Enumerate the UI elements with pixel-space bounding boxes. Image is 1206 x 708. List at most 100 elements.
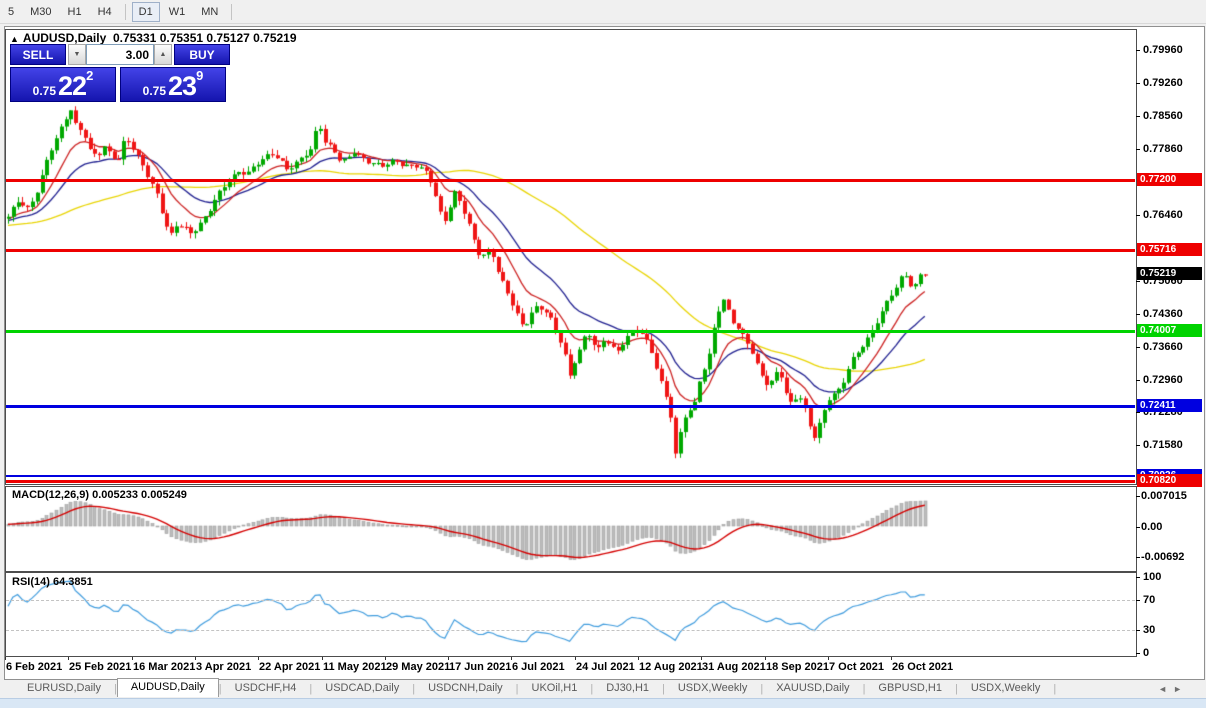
date-axis-label: 16 Mar 2021 — [133, 661, 196, 673]
date-axis-label: 31 Aug 2021 — [702, 661, 766, 673]
price-axis-label: 0.79960 — [1143, 44, 1183, 56]
chart-tab-usdchf-h4[interactable]: USDCHF,H4 — [222, 680, 310, 697]
date-axis-label: 3 Apr 2021 — [196, 661, 252, 673]
collapse-triangle-icon[interactable]: ▲ — [10, 34, 19, 44]
tab-nav-left-icon[interactable]: ◄ — [1158, 684, 1173, 694]
horizontal-line-0.70820[interactable] — [6, 480, 1135, 483]
ask-price-display[interactable]: 0.75 23 9 — [120, 67, 226, 102]
price-axis-label: 0.74360 — [1143, 308, 1183, 320]
one-click-trading-widget: SELL ▼ 3.00 ▲ BUY 0.75 22 2 0.75 23 9 — [10, 44, 230, 102]
date-tick — [385, 657, 386, 660]
ask-price-pip: 9 — [196, 68, 204, 83]
horizontal-line-0.70926[interactable] — [6, 475, 1135, 477]
price-badge-0.70820: 0.70820 — [1137, 474, 1202, 487]
axis-tick — [1136, 600, 1140, 601]
bid-price-display[interactable]: 0.75 22 2 — [10, 67, 116, 102]
volume-decrease-button[interactable]: ▼ — [68, 44, 86, 65]
macd-value-2: 0.005249 — [141, 489, 187, 501]
timeframe-button-w1[interactable]: W1 — [162, 2, 193, 22]
chart-window — [4, 26, 1205, 680]
timeframe-button-d1[interactable]: D1 — [131, 1, 160, 22]
sell-button[interactable]: SELL — [10, 44, 66, 65]
timeframe-button-h1[interactable]: H1 — [61, 2, 89, 22]
ask-price-small: 0.75 — [142, 84, 167, 98]
axis-tick — [1136, 314, 1140, 315]
price-axis-label: 0.78560 — [1143, 110, 1183, 122]
chart-tab-usdx-weekly[interactable]: USDX,Weekly — [665, 680, 760, 697]
macd-axis-label: 0.007015 — [1141, 490, 1187, 502]
chart-tab-xauusd-daily[interactable]: XAUUSD,Daily — [763, 680, 862, 697]
horizontal-line-0.77200[interactable] — [6, 179, 1135, 182]
chart-tab-ukoil-h1[interactable]: UKOil,H1 — [519, 680, 591, 697]
chart-tab-usdx-weekly[interactable]: USDX,Weekly — [958, 680, 1053, 697]
date-axis-label: 6 Feb 2021 — [6, 661, 63, 673]
date-axis-label: 7 Oct 2021 — [829, 661, 885, 673]
axis-tick — [1136, 577, 1140, 578]
axis-tick — [1136, 347, 1140, 348]
rsi-indicator-label: RSI(14) 64.3851 — [12, 576, 93, 588]
timeframe-button-h4[interactable]: H4 — [91, 2, 119, 22]
chart-symbol-label: AUDUSD,Daily — [22, 31, 107, 45]
buy-button[interactable]: BUY — [174, 44, 230, 65]
rsi-level-70 — [6, 600, 1135, 601]
horizontal-line-0.74007[interactable] — [6, 330, 1135, 333]
date-tick — [765, 657, 766, 660]
date-axis: 6 Feb 2021 25 Feb 2021 16 Mar 2021 3 Apr 20… — [5, 657, 1198, 676]
date-axis-label: 26 Oct 2021 — [892, 661, 954, 673]
volume-increase-button[interactable]: ▲ — [154, 44, 172, 65]
toolbar-separator — [124, 3, 126, 20]
date-tick — [448, 657, 449, 660]
ask-price-big: 23 — [168, 71, 197, 101]
chart-tab-audusd-daily[interactable]: AUDUSD,Daily — [116, 678, 219, 697]
date-tick — [322, 657, 323, 660]
price-badge-0.77200: 0.77200 — [1137, 173, 1202, 186]
date-tick — [511, 657, 512, 660]
rsi-level-30 — [6, 630, 1135, 631]
horizontal-line-0.75716[interactable] — [6, 249, 1135, 252]
date-tick — [258, 657, 259, 660]
chart-tab-usdcnh-daily[interactable]: USDCNH,Daily — [415, 680, 516, 697]
chart-tab-usdcad-daily[interactable]: USDCAD,Daily — [312, 680, 412, 697]
bid-price-big: 22 — [58, 71, 87, 101]
chart-tab-dj30-h1[interactable]: DJ30,H1 — [593, 680, 662, 697]
price-axis-label: 0.79260 — [1143, 77, 1183, 89]
axis-tick — [1136, 215, 1140, 216]
rsi-canvas[interactable] — [6, 573, 1136, 654]
axis-tick — [1136, 496, 1140, 497]
date-tick — [68, 657, 69, 660]
volume-input[interactable]: 3.00 — [86, 44, 154, 65]
axis-tick — [1136, 630, 1140, 631]
rsi-panel[interactable] — [5, 572, 1137, 657]
price-axis-label: 0.76460 — [1143, 209, 1183, 221]
tab-scroll-arrows[interactable]: ◄► — [1158, 684, 1188, 694]
price-axis-label: 0.72960 — [1143, 374, 1183, 386]
axis-tick — [1136, 149, 1140, 150]
axis-tick — [1136, 281, 1140, 282]
axis-tick — [1136, 116, 1140, 117]
chart-tab-bar: EURUSD,Daily | AUDUSD,Daily | USDCHF,H4 | USDC… — [0, 678, 1206, 697]
chart-tab-eurusd-daily[interactable]: EURUSD,Daily — [14, 680, 114, 697]
ohlc-low: 0.75127 — [206, 31, 250, 45]
timeframe-button-mn[interactable]: MN — [194, 2, 225, 22]
timeframe-toolbar: 5 M30 H1 H4 D1 W1 MN — [0, 0, 1206, 24]
ohlc-high: 0.75351 — [159, 31, 204, 45]
axis-tick — [1136, 412, 1140, 413]
ohlc-open: 0.75331 — [112, 31, 157, 45]
horizontal-line-0.72411[interactable] — [6, 405, 1135, 408]
date-axis-label: 12 Aug 2021 — [639, 661, 703, 673]
macd-axis-label: 0.00 — [1141, 521, 1163, 533]
price-axis-label: 0.77860 — [1143, 143, 1183, 155]
date-tick — [195, 657, 196, 660]
axis-tick — [1136, 50, 1140, 51]
date-tick — [828, 657, 829, 660]
rsi-axis-label: 30 — [1143, 624, 1156, 636]
terminal-screen: 5 M30 H1 H4 D1 W1 MN ▲ AUDUSD,Daily 0.75331 0.7… — [0, 0, 1206, 708]
chart-tab-gbpusd-h1[interactable]: GBPUSD,H1 — [865, 680, 955, 697]
macd-indicator-label: MACD(12,26,9) 0.005233 0.005249 — [12, 489, 187, 501]
timeframe-button-m30[interactable]: M30 — [23, 2, 58, 22]
date-axis-label: 17 Jun 2021 — [449, 661, 512, 673]
timeframe-button-5[interactable]: 5 — [1, 2, 21, 22]
date-tick — [575, 657, 576, 660]
current-price-badge: 0.75219 — [1137, 267, 1202, 280]
tab-nav-right-icon[interactable]: ► — [1173, 684, 1188, 694]
